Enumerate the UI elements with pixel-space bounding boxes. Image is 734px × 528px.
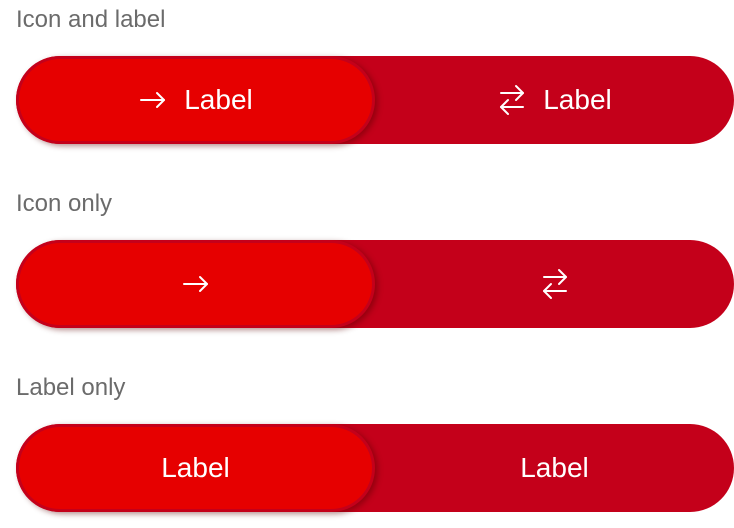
- section-heading-label-only: Label only: [16, 374, 126, 401]
- segment-option-1[interactable]: Label: [16, 424, 375, 512]
- segmented-control-label-only: Label Label: [16, 424, 734, 512]
- segmented-control-icon-and-label: Label Label: [16, 56, 734, 144]
- segment-option-2[interactable]: [375, 240, 734, 328]
- section-heading-icon-only: Icon only: [16, 190, 113, 217]
- segment-option-1[interactable]: Label: [16, 56, 375, 144]
- segment-label: Label: [161, 452, 230, 483]
- swap-arrows-icon: [540, 269, 570, 299]
- segment-option-2[interactable]: Label: [375, 424, 734, 512]
- segment-label: Label: [520, 452, 589, 483]
- swap-arrows-icon: [497, 85, 527, 115]
- segment-option-1[interactable]: [16, 240, 375, 328]
- arrow-right-icon: [181, 269, 211, 299]
- segment-option-2[interactable]: Label: [375, 56, 734, 144]
- segmented-control-icon-only: [16, 240, 734, 328]
- segment-label: Label: [543, 84, 612, 115]
- section-heading-icon-and-label: Icon and label: [16, 6, 166, 33]
- arrow-right-icon: [138, 85, 168, 115]
- segment-label: Label: [184, 84, 253, 115]
